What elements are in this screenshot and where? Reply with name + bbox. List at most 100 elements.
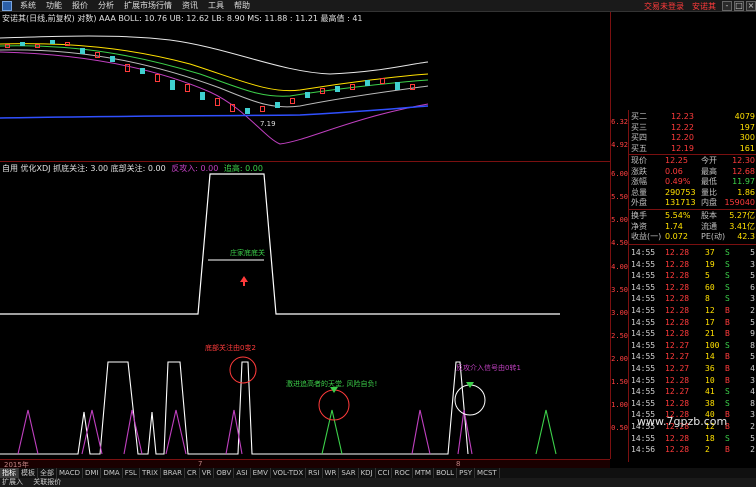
tick-volume: 21 [705, 329, 715, 339]
tick-side: B [725, 364, 730, 373]
tick-volume: 19 [705, 259, 715, 269]
tab-mcst[interactable]: MCST [475, 468, 500, 478]
tick-volume: 17 [705, 317, 715, 327]
menu-system[interactable]: 系统 [15, 0, 41, 11]
tick-time: 14:55 [631, 317, 656, 327]
tab-dmi[interactable]: DMI [83, 468, 102, 478]
close-button[interactable]: × [746, 1, 756, 11]
tab-vol-tdx[interactable]: VOL-TDX [271, 468, 307, 478]
tick-price: 12.28 [665, 445, 690, 455]
tick-volume: 12 [705, 306, 715, 315]
candle [365, 80, 370, 86]
chart-area[interactable]: 安诺其(日线,前复权) 对数) AAA BOLL: 10.76 UB: 12.6… [0, 12, 610, 459]
tick-price: 12.28 [665, 282, 690, 292]
tick-count: 2 [750, 306, 755, 315]
tab-boll[interactable]: BOLL [434, 468, 458, 478]
tab-emv[interactable]: EMV [251, 468, 271, 478]
stat-label: 收益(一) [631, 232, 662, 241]
tab-fsl[interactable]: FSL [123, 468, 140, 478]
fangong-line [17, 409, 39, 455]
bid-row: 买二 12.23 4079 [629, 112, 756, 123]
tab-kdj[interactable]: KDJ [359, 468, 376, 478]
stat-label: 最低 [701, 177, 717, 186]
stat-row: 现价 12.25 今开 12.30 [629, 156, 756, 167]
tab-vr[interactable]: VR [200, 468, 215, 478]
tab-模板[interactable]: 模板 [19, 468, 38, 478]
quote-panel: 买二 12.23 4079 买三 12.22 197 买四 12.20 300 买五 12.19 16… [628, 110, 756, 462]
tab-cci[interactable]: CCI [376, 468, 393, 478]
stat-row: 涨跌 0.06 最高 12.68 [629, 167, 756, 178]
trade-login-link[interactable]: 交易未登录 [640, 1, 688, 12]
menu-tools[interactable]: 工具 [203, 0, 229, 11]
stat-label: 现价 [631, 156, 647, 165]
tick-side: B [725, 306, 730, 315]
tick-time: 14:55 [631, 433, 656, 443]
stat-value: 12.68 [732, 166, 755, 176]
maximize-button[interactable]: □ [734, 1, 744, 11]
stock-name-link[interactable]: 安诺其 [688, 1, 720, 12]
tab-mtm[interactable]: MTM [413, 468, 435, 478]
tick-time: 14:55 [631, 387, 656, 397]
stat-value: 0.072 [665, 232, 688, 241]
candle [170, 80, 175, 90]
tick-row: 14:55 12.28 60 S 6 [629, 282, 756, 294]
zhuadi-line [0, 173, 560, 315]
tab-roc[interactable]: ROC [392, 468, 413, 478]
stat-value: 159040 [724, 198, 755, 207]
menu-quote[interactable]: 报价 [67, 0, 93, 11]
menu-analysis[interactable]: 分析 [93, 0, 119, 11]
tab-wr[interactable]: WR [323, 468, 340, 478]
menu-ext-market[interactable]: 扩展市场行情 [119, 0, 177, 11]
tick-price: 12.27 [665, 387, 690, 397]
tick-count: 3 [750, 259, 755, 269]
tab-rsi[interactable]: RSI [306, 468, 323, 478]
stat-value: 290753 [665, 187, 696, 197]
candle [95, 52, 100, 58]
stat-label: 净资 [631, 221, 647, 231]
stat-label: 总量 [631, 187, 647, 197]
tick-volume: 18 [705, 433, 715, 443]
fangong-circle [454, 384, 486, 416]
ext-entry-button[interactable]: 扩展入 [2, 478, 23, 486]
stat-label: 涨幅 [631, 177, 647, 186]
candle [125, 64, 130, 72]
menu-help[interactable]: 帮助 [229, 0, 255, 11]
tab-sar[interactable]: SAR [339, 468, 359, 478]
tab-obv[interactable]: OBV [214, 468, 235, 478]
tick-time: 14:55 [631, 375, 656, 385]
tick-price: 12.28 [665, 398, 690, 408]
tab-psy[interactable]: PSY [457, 468, 476, 478]
menu-function[interactable]: 功能 [41, 0, 67, 11]
tick-price: 12.28 [665, 259, 690, 269]
tab-指标[interactable]: 指标 [0, 468, 19, 478]
minimize-button[interactable]: - [722, 1, 732, 11]
tick-count: 8 [750, 398, 755, 408]
tick-price: 12.27 [665, 364, 690, 373]
tab-全部[interactable]: 全部 [38, 468, 57, 478]
tab-brar[interactable]: BRAR [161, 468, 185, 478]
stat-value: 3.41亿 [729, 221, 755, 231]
tick-side: S [725, 294, 730, 304]
tab-dma[interactable]: DMA [101, 468, 123, 478]
bid-price: 12.23 [671, 112, 694, 121]
stat-label: PE(动) [701, 232, 726, 241]
candle [275, 102, 280, 108]
tab-asi[interactable]: ASI [234, 468, 251, 478]
tick-side: S [725, 398, 730, 408]
tab-trix[interactable]: TRIX [140, 468, 161, 478]
candle [245, 108, 250, 114]
bid-label: 买二 [631, 112, 647, 121]
tick-side: S [725, 433, 730, 443]
menu-news[interactable]: 资讯 [177, 0, 203, 11]
stat-row: 总量 290753 量比 1.86 [629, 188, 756, 199]
candle [5, 44, 10, 48]
tick-time: 14:55 [631, 271, 656, 281]
tick-volume: 38 [705, 398, 715, 408]
tick-count: 5 [750, 248, 755, 257]
tab-macd[interactable]: MACD [57, 468, 83, 478]
candle [50, 40, 55, 44]
related-quote-button[interactable]: 关联报价 [33, 478, 61, 486]
tab-cr[interactable]: CR [185, 468, 200, 478]
bid-price: 12.20 [671, 133, 694, 142]
watermark: www.7gpzb.com [637, 415, 728, 428]
